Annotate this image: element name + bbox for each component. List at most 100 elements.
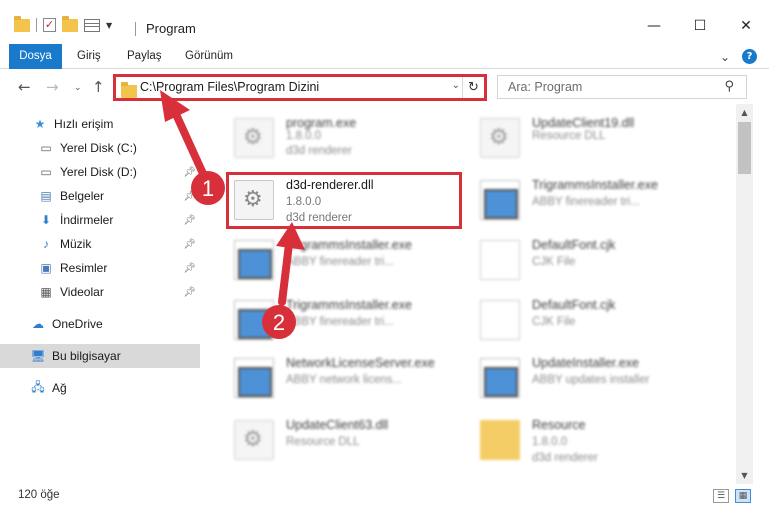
tab-paylas[interactable]: Paylaş	[127, 44, 162, 69]
pin-icon[interactable]: 📌︎	[183, 167, 196, 178]
navigation-pane: ★ Hızlı erişim ▭ Yerel Disk (C:) ▭ Yerel…	[0, 104, 202, 484]
view-properties-icon[interactable]	[84, 18, 100, 32]
sidebar-item-label: Müzik	[60, 237, 92, 251]
address-dropdown-chevron-icon[interactable]: ⌄	[452, 80, 460, 91]
pin-icon[interactable]: 📌︎	[183, 263, 196, 274]
file-name: UpdateClient63.dll	[286, 418, 389, 432]
file-version: ABBY finereader tri...	[532, 196, 640, 208]
scroll-thumb[interactable]	[738, 122, 751, 174]
expand-ribbon-chevron-icon[interactable]: ⌄	[720, 50, 730, 64]
sidebar-item-videos[interactable]: ▦ Videolar 📌︎	[0, 280, 200, 304]
file-item[interactable]: Resource 1.8.0.0 d3d renderer	[472, 410, 712, 470]
file-name: UpdateInstaller.exe	[532, 356, 640, 370]
sidebar-item-network[interactable]: 🖧︎ Ağ	[0, 376, 200, 400]
new-folder-icon[interactable]	[62, 15, 78, 32]
sidebar-item-label: Resimler	[60, 261, 108, 275]
file-version: 1.8.0.0	[532, 436, 568, 448]
maximize-button[interactable]: ☐	[677, 10, 723, 42]
refresh-icon[interactable]: ↻	[462, 77, 484, 98]
separator	[36, 18, 37, 32]
file-item[interactable]: UpdateClient19.dll Resource DLL	[472, 108, 712, 168]
sidebar-item-this-pc[interactable]: 🖥︎ Bu bilgisayar	[0, 344, 200, 368]
sidebar-item-label: Videolar	[60, 285, 104, 299]
sidebar-item-onedrive[interactable]: ☁ OneDrive	[0, 312, 200, 336]
sidebar-item-label: İndirmeler	[60, 213, 114, 227]
star-icon: ★	[34, 117, 46, 131]
file-item[interactable]: UpdateInstaller.exe ABBY updates install…	[472, 348, 712, 408]
drive-icon: ▭	[40, 141, 52, 155]
sidebar-item-label: Yerel Disk (D:)	[60, 165, 137, 179]
file-description: d3d renderer	[532, 452, 598, 464]
documents-icon: ▤	[40, 189, 52, 203]
sidebar-item-pictures[interactable]: ▣ Resimler 📌︎	[0, 256, 200, 280]
address-path[interactable]: C:\Program Files\Program Dizini	[140, 80, 319, 94]
file-name: TrigrammsInstaller.exe	[286, 298, 412, 312]
details-view-icon[interactable]: ☰	[713, 489, 729, 503]
vertical-scrollbar[interactable]: ▲ ▼	[736, 104, 753, 484]
search-input[interactable]: Ara: Program ⚲	[497, 75, 747, 99]
file-item[interactable]: program.exe 1.8.0.0 d3d renderer	[226, 108, 466, 168]
sidebar-item-music[interactable]: ♪ Müzik 📌︎	[0, 232, 200, 256]
help-icon[interactable]: ?	[742, 49, 757, 64]
sidebar-item-label: OneDrive	[52, 317, 103, 331]
folder-icon	[480, 420, 520, 460]
file-version: ABBY network licens...	[286, 374, 403, 386]
sidebar-item-quick-access[interactable]: ★ Hızlı erişim	[0, 112, 200, 136]
item-count: 120 öğe	[18, 489, 60, 501]
sidebar-item-label: Yerel Disk (C:)	[60, 141, 137, 155]
file-version: ABBY finereader tri...	[286, 316, 394, 328]
properties-check-icon[interactable]: ✓	[43, 18, 56, 32]
computer-icon: 🖥︎	[30, 349, 46, 363]
close-button[interactable]: ✕	[723, 10, 769, 42]
window-controls: — ☐ ✕	[631, 10, 769, 42]
file-version: 1.8.0.0	[286, 130, 322, 142]
separator	[135, 22, 136, 36]
file-item[interactable]: NetworkLicenseServer.exe ABBY network li…	[226, 348, 466, 408]
customize-toolbar-chevron-icon[interactable]: ▼	[106, 21, 112, 30]
file-name: Resource	[532, 418, 586, 432]
file-list: program.exe 1.8.0.0 d3d renderer UpdateC…	[216, 104, 736, 484]
pin-icon[interactable]: 📌︎	[183, 215, 196, 226]
sidebar-item-documents[interactable]: ▤ Belgeler 📌︎	[0, 184, 200, 208]
tab-gorunum[interactable]: Görünüm	[185, 44, 233, 69]
scroll-down-icon[interactable]: ▼	[736, 467, 753, 484]
file-item[interactable]: DefaultFont.cjk CJK File	[472, 290, 712, 350]
file-name: DefaultFont.cjk	[532, 298, 616, 312]
highlight-box	[226, 172, 462, 229]
pictures-icon: ▣	[40, 261, 52, 275]
search-icon[interactable]: ⚲	[724, 79, 734, 94]
file-version: ABBY finereader tri...	[286, 256, 394, 268]
forward-arrow-icon[interactable]: →	[46, 78, 59, 96]
file-item[interactable]: TrigrammsInstaller.exe ABBY finereader t…	[226, 230, 466, 290]
file-name: TrigrammsInstaller.exe	[286, 238, 412, 252]
recent-locations-chevron-icon[interactable]: ⌄	[74, 83, 82, 93]
network-icon: 🖧︎	[31, 379, 45, 394]
sidebar-item-label: Belgeler	[60, 189, 105, 203]
search-placeholder[interactable]: Ara: Program	[508, 80, 582, 94]
tab-giris[interactable]: Giriş	[77, 44, 101, 69]
file-item[interactable]: UpdateClient63.dll Resource DLL	[226, 410, 466, 470]
scroll-up-icon[interactable]: ▲	[736, 104, 753, 121]
app-icon	[480, 180, 520, 220]
file-item[interactable]: DefaultFont.cjk CJK File	[472, 230, 712, 290]
address-bar[interactable]: C:\Program Files\Program Dizini ⌄ ↻	[113, 74, 487, 101]
tab-dosya[interactable]: Dosya	[9, 44, 62, 69]
pin-icon[interactable]: 📌︎	[183, 239, 196, 250]
back-arrow-icon[interactable]: ←	[18, 78, 31, 96]
app-icon	[480, 358, 520, 398]
status-bar: 120 öğe ☰ ▦	[0, 484, 769, 516]
sidebar-item-downloads[interactable]: ⬇ İndirmeler 📌︎	[0, 208, 200, 232]
file-item[interactable]: TrigrammsInstaller.exe ABBY finereader t…	[472, 170, 712, 230]
pin-icon[interactable]: 📌︎	[183, 287, 196, 298]
file-description: d3d renderer	[286, 145, 352, 157]
annotation-number-1: 1	[202, 176, 214, 201]
pin-icon[interactable]: 📌︎	[183, 191, 196, 202]
sidebar-item-local-disk-d[interactable]: ▭ Yerel Disk (D:) 📌︎	[0, 160, 200, 184]
file-item[interactable]: TrigrammsInstaller.exe ABBY finereader t…	[226, 290, 466, 350]
tiles-view-icon[interactable]: ▦	[735, 489, 751, 503]
minimize-button[interactable]: —	[631, 10, 677, 42]
sidebar-item-local-disk-c[interactable]: ▭ Yerel Disk (C:)	[0, 136, 200, 160]
file-version: CJK File	[532, 316, 576, 328]
sidebar-item-label: Bu bilgisayar	[52, 349, 121, 363]
up-arrow-icon[interactable]: ↑	[92, 78, 105, 96]
